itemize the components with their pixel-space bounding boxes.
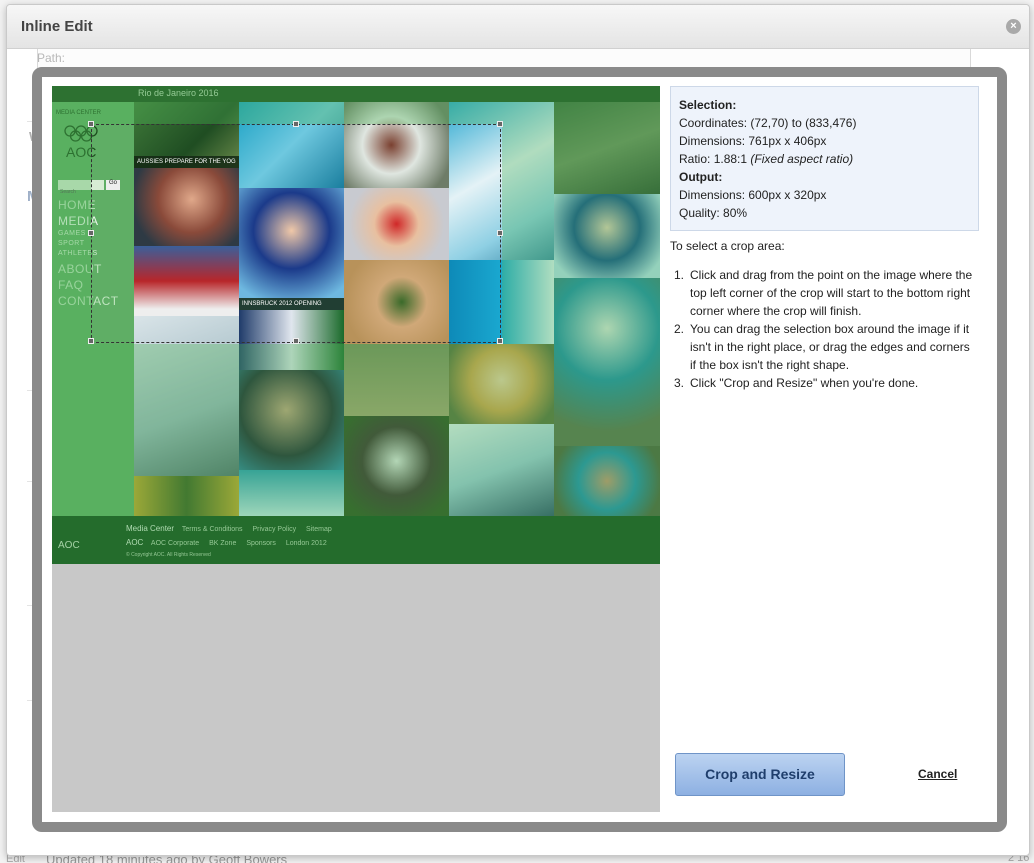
output-dimensions-row: Dimensions: 600px x 320px (679, 186, 970, 204)
instructions-list: 1. Click and drag from the point on the i… (670, 266, 979, 392)
ratio-row: Ratio: 1.88:1 (Fixed aspect ratio) (679, 150, 970, 168)
crop-info-panel: Selection: Coordinates: (72,70) to (833,… (670, 86, 979, 812)
crop-handle-ne[interactable] (497, 121, 503, 127)
quality-value: 80% (723, 206, 748, 220)
crop-handle-n[interactable] (293, 121, 299, 127)
close-icon[interactable]: × (1006, 19, 1021, 34)
step-text: You can drag the selection box around th… (690, 322, 970, 372)
crop-dim-right (502, 124, 660, 344)
coordinates-row: Coordinates: (72,70) to (833,476) (679, 114, 970, 132)
cancel-link[interactable]: Cancel (918, 767, 957, 781)
crop-handle-w[interactable] (88, 230, 94, 236)
ratio-note: (Fixed aspect ratio) (750, 152, 854, 166)
dialog-header: Inline Edit × (7, 5, 1029, 49)
dimensions-value: 761px x 406px (748, 134, 827, 148)
step-number: 2. (673, 322, 684, 336)
path-label: Path: (37, 51, 66, 65)
crop-handle-sw[interactable] (88, 338, 94, 344)
crop-dim-left (52, 124, 91, 344)
instruction-step: 3. Click "Crop and Resize" when you're do… (670, 374, 979, 392)
crop-dim-bottom (52, 344, 660, 564)
crop-and-resize-button[interactable]: Crop and Resize (675, 753, 845, 796)
selection-heading: Selection: (679, 98, 737, 112)
crop-handle-nw[interactable] (88, 121, 94, 127)
coordinates-value: (72,70) to (833,476) (750, 116, 857, 130)
crop-dim-top (52, 86, 660, 124)
output-dimensions-value: 600px x 320px (748, 188, 827, 202)
quality-label: Quality: (679, 206, 720, 220)
instructions-title: To select a crop area: (670, 239, 785, 253)
output-heading: Output: (679, 170, 723, 184)
crop-handle-s[interactable] (293, 338, 299, 344)
quality-row: Quality: 80% (679, 204, 970, 222)
selection-info-box: Selection: Coordinates: (72,70) to (833,… (670, 86, 979, 231)
instruction-step: 2. You can drag the selection box around … (670, 320, 979, 374)
ratio-label: Ratio: (679, 152, 711, 166)
crop-handle-se[interactable] (497, 338, 503, 344)
step-text: Click and drag from the point on the ima… (690, 268, 973, 318)
crop-selection-box[interactable] (88, 121, 503, 344)
output-dimensions-label: Dimensions: (679, 188, 746, 202)
dimensions-row: Dimensions: 761px x 406px (679, 132, 970, 150)
step-number: 1. (673, 268, 684, 282)
crop-stage[interactable]: Rio de Janeiro 2016 MEDIA CENTER AOC Sea… (52, 86, 660, 812)
crop-handle-e[interactable] (497, 230, 503, 236)
step-text: Click "Crop and Resize" when you're done… (690, 376, 919, 390)
instruction-step: 1. Click and drag from the point on the i… (670, 266, 979, 320)
step-number: 3. (673, 376, 684, 390)
image-crop-modal: Rio de Janeiro 2016 MEDIA CENTER AOC Sea… (32, 67, 1007, 832)
dialog-title: Inline Edit (21, 18, 93, 35)
ratio-value: 1.88:1 (713, 152, 748, 166)
coordinates-label: Coordinates: (679, 116, 748, 130)
dimensions-label: Dimensions: (679, 134, 746, 148)
